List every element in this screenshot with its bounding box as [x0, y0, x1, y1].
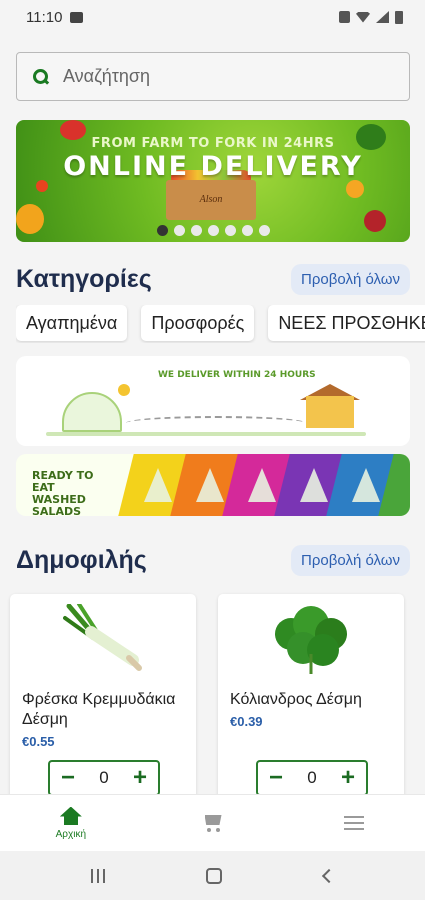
- delivery-promo-banner[interactable]: WE DELIVER WITHIN 24 HOURS: [16, 356, 410, 446]
- nav-home[interactable]: Αρχική: [0, 795, 142, 851]
- product-card[interactable]: Φρέσκα Κρεμμυδάκια Δέσμη €0.55 − 0 +: [10, 594, 196, 794]
- carousel-dot[interactable]: [241, 225, 253, 236]
- nav-menu[interactable]: [283, 795, 425, 851]
- chip-offers[interactable]: Προσφορές: [141, 305, 255, 341]
- ground-illustration: [46, 432, 366, 436]
- search-icon: [33, 68, 49, 85]
- cart-icon: [202, 813, 224, 833]
- product-price: €0.55: [22, 734, 55, 749]
- image-notification-icon: [70, 11, 84, 23]
- system-home-icon[interactable]: [206, 867, 223, 884]
- carousel-dots: [16, 225, 410, 236]
- popular-header: Δημοφιλής Προβολή όλων: [16, 544, 410, 576]
- popular-view-all-button[interactable]: Προβολή όλων: [291, 544, 410, 576]
- banner-subtitle: FROM FARM TO FORK IN 24HRS: [91, 136, 335, 151]
- back-icon[interactable]: [322, 868, 337, 883]
- signal-icon: [376, 11, 389, 23]
- battery-icon: [395, 10, 403, 24]
- status-left: 11:10: [26, 8, 84, 26]
- house-illustration: [306, 396, 354, 428]
- delivery-path-illustration: [126, 416, 306, 430]
- popular-products: Φρέσκα Κρεμμυδάκια Δέσμη €0.55 − 0 + Κόλ…: [10, 594, 425, 794]
- popular-title: Δημοφιλής: [16, 545, 147, 574]
- product-price: €0.39: [230, 714, 263, 729]
- carousel-dot[interactable]: [207, 225, 219, 236]
- increment-button[interactable]: +: [130, 766, 150, 790]
- carousel-dot[interactable]: [173, 225, 185, 236]
- salads-promo-banner[interactable]: READY TO EAT WASHED SALADS: [16, 454, 410, 516]
- search-placeholder: Αναζήτηση: [63, 66, 150, 86]
- salads-promo-text: READY TO EAT WASHED SALADS: [32, 469, 94, 517]
- bottom-navigation: Αρχική: [0, 794, 425, 851]
- main-content[interactable]: Αναζήτηση Alson FROM FARM TO FORK IN 24H…: [0, 34, 425, 794]
- status-right: [339, 10, 403, 24]
- status-time: 11:10: [26, 8, 63, 26]
- quantity-value: 0: [99, 768, 109, 787]
- wifi-icon: [356, 11, 370, 23]
- chip-new-additions[interactable]: ΝΕΕΣ ΠΡΟΣΘΗΚΕΣ: [268, 305, 425, 341]
- status-bar: 11:10: [0, 0, 425, 34]
- category-chips[interactable]: Αγαπημένα Προσφορές ΝΕΕΣ ΠΡΟΣΘΗΚΕΣ: [16, 305, 425, 343]
- product-name: Φρέσκα Κρεμμυδάκια Δέσμη: [22, 691, 176, 728]
- categories-view-all-button[interactable]: Προβολή όλων: [291, 263, 410, 295]
- recent-apps-icon[interactable]: [90, 868, 105, 883]
- coriander-image: [275, 606, 347, 674]
- quantity-value: 0: [307, 768, 317, 787]
- carousel-dot[interactable]: [156, 225, 168, 236]
- system-navigation-bar: [0, 851, 425, 900]
- carousel-dot[interactable]: [258, 225, 270, 236]
- menu-icon: [344, 816, 365, 830]
- nav-cart[interactable]: [142, 795, 284, 851]
- mute-icon: [339, 11, 350, 23]
- delivery-promo-text: WE DELIVER WITHIN 24 HOURS: [158, 370, 316, 380]
- carousel-dot[interactable]: [224, 225, 236, 236]
- hero-banner[interactable]: Alson FROM FARM TO FORK IN 24HRS ONLINE …: [16, 120, 410, 242]
- chip-favorites[interactable]: Αγαπημένα: [16, 305, 128, 341]
- banner-title: ONLINE DELIVERY: [63, 151, 363, 182]
- crate-label: Alson: [199, 194, 223, 205]
- product-card[interactable]: Κόλιανδρος Δέσμη €0.39 − 0 +: [218, 594, 404, 794]
- orange-image: [346, 180, 364, 198]
- quantity-stepper: − 0 +: [48, 760, 160, 794]
- spring-onion-image: [63, 604, 142, 671]
- categories-title: Κατηγορίες: [16, 264, 152, 293]
- product-name: Κόλιανδρος Δέσμη: [230, 691, 362, 708]
- increment-button[interactable]: +: [338, 766, 358, 790]
- categories-header: Κατηγορίες Προβολή όλων: [16, 263, 410, 295]
- nav-home-label: Αρχική: [55, 828, 87, 840]
- carousel-dot[interactable]: [190, 225, 202, 236]
- sun-illustration: [118, 384, 130, 396]
- decrement-button[interactable]: −: [58, 766, 78, 790]
- greenhouse-illustration: [62, 392, 122, 432]
- home-icon: [60, 807, 82, 825]
- search-input[interactable]: Αναζήτηση: [16, 52, 410, 101]
- quantity-stepper: − 0 +: [256, 760, 368, 794]
- decrement-button[interactable]: −: [266, 766, 286, 790]
